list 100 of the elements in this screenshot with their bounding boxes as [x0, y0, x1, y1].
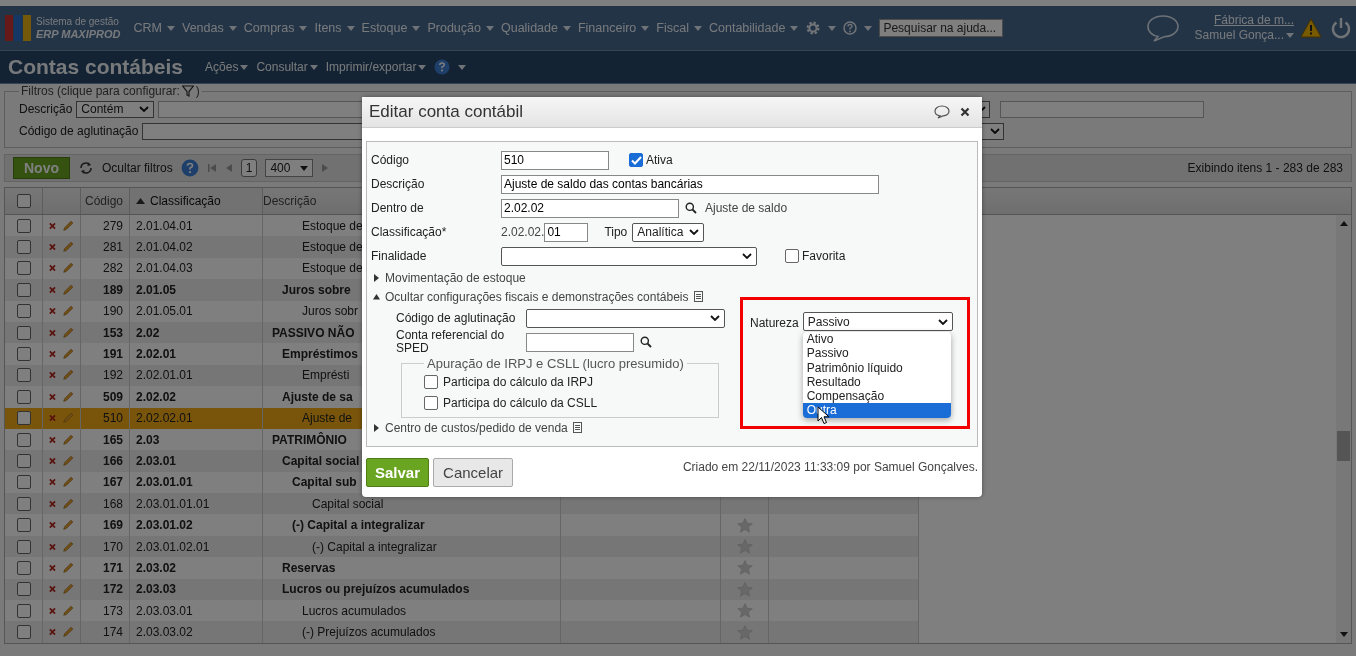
expand-triangle-icon[interactable]	[373, 292, 380, 301]
scroll-down-icon[interactable]	[1339, 632, 1348, 637]
row-checkbox[interactable]	[16, 368, 31, 383]
note-icon[interactable]	[693, 291, 703, 302]
delete-icon[interactable]	[49, 521, 56, 530]
description-field[interactable]: Ajuste de saldo das contas bancárias	[501, 174, 879, 194]
pencil-icon[interactable]	[61, 539, 74, 554]
menu-item[interactable]: Financeiro	[577, 21, 650, 35]
dropdown-option[interactable]: Compensação	[802, 389, 951, 404]
row-checkbox[interactable]	[16, 325, 31, 340]
type-select[interactable]: Analítica	[632, 222, 705, 242]
pencil-icon[interactable]	[61, 582, 74, 597]
menu-item[interactable]: CRM	[133, 21, 175, 35]
action-menu[interactable]: Consultar	[256, 60, 318, 74]
hide-filters-link[interactable]: Ocultar filtros	[102, 161, 173, 175]
section-toggle[interactable]: Centro de custos/pedido de venda	[385, 420, 568, 435]
agglutination-select[interactable]	[526, 308, 725, 328]
filter-legend[interactable]: Filtros (clique para configurar:	[21, 84, 180, 98]
menu-item[interactable]: Compras	[243, 21, 308, 35]
pencil-icon[interactable]	[61, 625, 74, 640]
star-icon[interactable]	[736, 560, 753, 576]
settings-icon[interactable]	[805, 20, 822, 36]
delete-icon[interactable]	[49, 264, 56, 273]
pencil-icon[interactable]	[61, 432, 74, 447]
classification-field[interactable]: 01	[544, 222, 589, 242]
previous-page-icon[interactable]	[224, 163, 233, 173]
purpose-select[interactable]	[501, 246, 757, 266]
action-menu[interactable]: Imprimir/exportar	[325, 60, 427, 74]
menu-item[interactable]: Fiscal	[656, 21, 702, 35]
row-checkbox[interactable]	[16, 539, 31, 554]
nature-select[interactable]: Passivo	[802, 312, 953, 331]
menu-item[interactable]: Produção	[427, 21, 494, 35]
pencil-icon[interactable]	[61, 368, 74, 383]
help-icon[interactable]	[843, 21, 858, 35]
delete-icon[interactable]	[49, 585, 56, 594]
save-button[interactable]: Salvar	[366, 458, 430, 487]
funnel-icon[interactable]	[181, 85, 194, 97]
page-size-select[interactable]: 400	[265, 159, 314, 177]
pencil-icon[interactable]	[61, 347, 74, 362]
code-field[interactable]: 510	[501, 150, 609, 170]
row-checkbox[interactable]	[16, 560, 31, 575]
new-button[interactable]: Novo	[13, 157, 70, 179]
pencil-icon[interactable]	[61, 475, 74, 490]
delete-icon[interactable]	[49, 392, 56, 401]
row-checkbox[interactable]	[16, 454, 31, 468]
pencil-icon[interactable]	[61, 389, 74, 404]
row-checkbox[interactable]	[16, 475, 31, 490]
menu-item[interactable]: Estoque	[361, 21, 421, 35]
delete-icon[interactable]	[49, 499, 56, 508]
table-row[interactable]: 170 2.03.01.02.01 (-) Capital a integralizar	[5, 535, 919, 558]
delete-icon[interactable]	[49, 243, 56, 252]
help-icon[interactable]	[180, 159, 199, 177]
row-checkbox[interactable]	[16, 389, 31, 404]
table-row[interactable]: 172 2.03.03 Lucros ou prejuízos acumulados	[5, 578, 919, 601]
filter-mode-select[interactable]: Contém	[76, 100, 155, 118]
caret-icon[interactable]	[864, 25, 873, 31]
user-menu[interactable]: Samuel Gonça...	[1194, 28, 1294, 43]
row-checkbox[interactable]	[16, 496, 31, 511]
page-number[interactable]: 1	[240, 159, 258, 177]
delete-icon[interactable]	[49, 307, 56, 316]
dropdown-option[interactable]: Passivo	[802, 346, 951, 361]
action-menu[interactable]: Ações	[205, 60, 249, 74]
row-checkbox[interactable]	[16, 261, 31, 276]
csll-checkbox[interactable]	[424, 395, 438, 410]
row-checkbox[interactable]	[16, 432, 31, 447]
scroll-up-icon[interactable]	[1339, 221, 1348, 226]
expand-triangle-icon[interactable]	[373, 273, 380, 282]
row-checkbox[interactable]	[16, 603, 31, 618]
delete-icon[interactable]	[49, 414, 56, 423]
menu-item[interactable]: Qualidade	[500, 21, 571, 35]
pencil-icon[interactable]	[61, 282, 74, 297]
section-toggle[interactable]: Ocultar configurações fiscais e demonstrações contábeis	[385, 289, 689, 304]
pencil-icon[interactable]	[61, 304, 74, 319]
pencil-icon[interactable]	[61, 496, 74, 511]
pencil-icon[interactable]	[61, 518, 74, 533]
delete-icon[interactable]	[49, 606, 56, 615]
expand-triangle-icon[interactable]	[373, 423, 380, 432]
irpj-checkbox[interactable]	[424, 374, 438, 389]
delete-icon[interactable]	[49, 221, 56, 230]
delete-icon[interactable]	[49, 328, 56, 337]
delete-icon[interactable]	[49, 478, 56, 487]
pencil-icon[interactable]	[61, 325, 74, 340]
note-icon[interactable]	[572, 422, 582, 433]
delete-icon[interactable]	[49, 628, 56, 637]
section-toggle[interactable]: Movimentação de estoque	[385, 270, 526, 285]
filter-input[interactable]	[1000, 100, 1205, 118]
next-page-icon[interactable]	[321, 163, 330, 173]
row-checkbox[interactable]	[16, 411, 31, 426]
scrollbar-thumb[interactable]	[1337, 431, 1350, 461]
delete-icon[interactable]	[49, 285, 56, 294]
active-checkbox[interactable]	[629, 153, 643, 167]
row-checkbox[interactable]	[16, 304, 31, 319]
pencil-icon[interactable]	[61, 218, 74, 233]
caret-icon[interactable]	[828, 25, 837, 31]
star-icon[interactable]	[736, 603, 753, 619]
pencil-icon[interactable]	[61, 454, 74, 468]
row-checkbox[interactable]	[16, 240, 31, 255]
dropdown-option[interactable]: Ativo	[802, 332, 951, 347]
row-checkbox[interactable]	[16, 518, 31, 533]
pencil-icon[interactable]	[61, 261, 74, 276]
